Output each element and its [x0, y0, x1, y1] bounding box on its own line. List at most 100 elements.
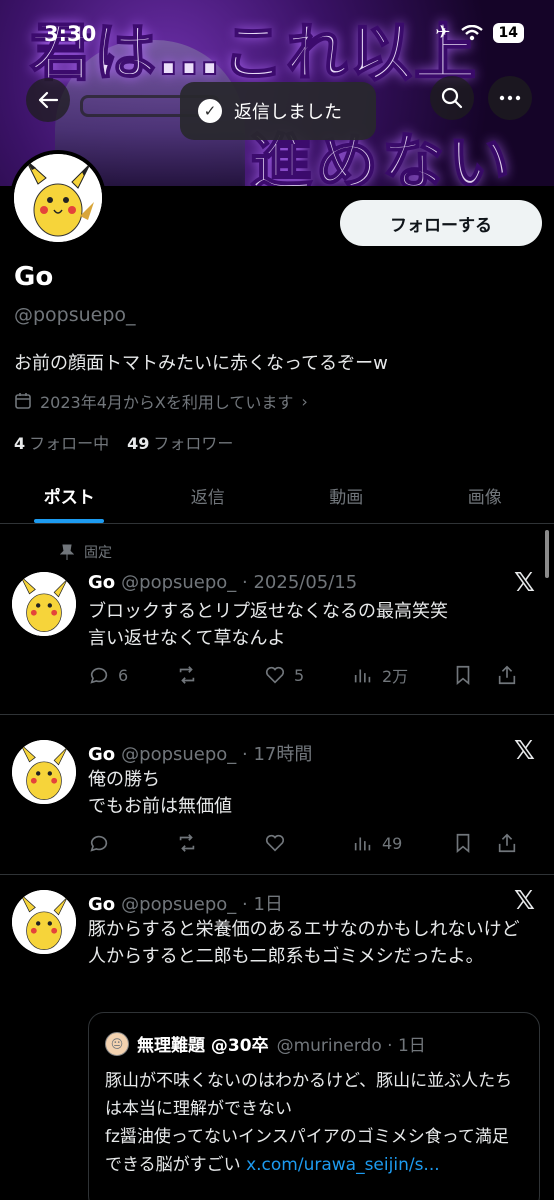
repost-icon — [179, 834, 195, 852]
back-button[interactable] — [26, 78, 70, 122]
views-count: 2万 — [382, 667, 409, 686]
battery-icon: 14 — [492, 22, 524, 43]
following-label: フォロー中 — [29, 434, 110, 453]
share-button[interactable] — [496, 832, 526, 854]
post-handle-time[interactable]: @popsuepo_ · 1日 — [121, 894, 283, 915]
reply-button[interactable] — [88, 832, 176, 854]
scrollbar[interactable] — [545, 530, 549, 578]
post-divider — [0, 714, 554, 715]
wifi-icon — [460, 24, 483, 40]
pin-icon — [60, 544, 74, 560]
views-icon — [354, 837, 371, 851]
post-actions: 49 — [88, 830, 540, 856]
status-time: 3:30 — [44, 22, 97, 46]
post-author-name[interactable]: Go — [88, 894, 115, 915]
post-divider — [0, 874, 554, 875]
post-header: Go @popsuepo_ · 2025/05/15 — [88, 572, 357, 593]
profile-name: Go — [14, 262, 54, 292]
joined-date-link[interactable]: 2023年4月からXを利用しています › — [14, 389, 308, 413]
like-count: 5 — [294, 665, 305, 685]
share-button[interactable] — [496, 664, 526, 686]
follow-button[interactable]: フォローする — [340, 200, 542, 246]
banner-caption-top: 君は…これ以上 — [29, 15, 479, 90]
repost-button[interactable] — [176, 664, 264, 686]
pikachu-avatar-image — [12, 890, 76, 954]
share-icon — [498, 665, 516, 685]
post-actions: 6 5 2万 — [88, 662, 540, 688]
following-count: 4 — [14, 434, 26, 453]
quote-header: 😐 無理難題 @30卒 @murinerdo · 1日 — [105, 1031, 426, 1056]
heart-icon — [265, 834, 285, 852]
profile-avatar[interactable] — [10, 150, 106, 246]
x-logo-icon[interactable]: 𝕏 — [514, 568, 535, 598]
reply-button[interactable]: 6 — [88, 664, 176, 686]
quote-avatar: 😐 — [105, 1031, 129, 1056]
quote-handle-time: @murinerdo · 1日 — [276, 1036, 426, 1056]
views-button[interactable]: 49 — [352, 832, 452, 854]
quote-link[interactable]: x.com/urawa_seijin/s... — [246, 1155, 440, 1175]
more-button[interactable] — [488, 76, 532, 120]
arrow-left-icon — [38, 91, 59, 109]
post-text[interactable]: 俺の勝ち でもお前は無価値 — [88, 766, 528, 820]
post-header: Go @popsuepo_ · 17時間 — [88, 740, 312, 766]
x-logo-icon[interactable]: 𝕏 — [514, 886, 535, 916]
post-handle-time[interactable]: @popsuepo_ · 2025/05/15 — [121, 572, 357, 593]
search-button[interactable] — [430, 76, 474, 120]
bookmark-button[interactable] — [452, 664, 496, 686]
pikachu-avatar-image — [12, 740, 76, 804]
repost-button[interactable] — [176, 832, 264, 854]
airplane-icon: ✈ — [435, 22, 451, 43]
repost-icon — [179, 666, 195, 684]
post-header: Go @popsuepo_ · 1日 — [88, 890, 283, 916]
pikachu-avatar-image — [12, 572, 76, 636]
heart-icon — [265, 666, 285, 684]
bookmark-icon — [456, 665, 470, 686]
share-icon — [498, 833, 516, 853]
tab-images[interactable]: 画像 — [416, 468, 554, 523]
pikachu-avatar-image — [14, 154, 102, 242]
chevron-right-icon: › — [301, 391, 308, 411]
post-avatar[interactable] — [12, 740, 76, 804]
views-icon — [354, 669, 371, 683]
like-button[interactable] — [264, 832, 352, 854]
post-author-name[interactable]: Go — [88, 744, 115, 765]
tab-videos[interactable]: 動画 — [277, 468, 416, 523]
calendar-icon — [15, 393, 31, 409]
views-count: 49 — [382, 833, 403, 853]
reply-icon — [90, 835, 108, 852]
check-icon: ✓ — [198, 99, 222, 123]
followers-label: フォロワー — [153, 434, 234, 453]
post-avatar[interactable] — [12, 890, 76, 954]
toast-notification: ✓ 返信しました — [180, 82, 376, 140]
profile-bio: お前の顔面トマトみたいに赤くなってるぞーw — [14, 353, 388, 374]
post-author-name[interactable]: Go — [88, 572, 115, 593]
quoted-post[interactable]: 😐 無理難題 @30卒 @murinerdo · 1日 豚山が不味くないのはわか… — [88, 1012, 540, 1200]
post-handle-time[interactable]: @popsuepo_ · 17時間 — [121, 744, 312, 765]
reply-icon — [90, 667, 108, 684]
profile-handle: @popsuepo_ — [14, 304, 136, 326]
tab-posts[interactable]: ポスト — [0, 468, 139, 523]
post-text[interactable]: ブロックするとリプ返せなくなるの最高笑笑 言い返せなくて草なんよ — [88, 598, 528, 652]
reply-count: 6 — [118, 665, 129, 685]
bookmark-button[interactable] — [452, 832, 496, 854]
like-button[interactable]: 5 — [264, 664, 352, 686]
tab-replies[interactable]: 返信 — [139, 468, 278, 523]
post-avatar[interactable] — [12, 572, 76, 636]
status-icons: ✈ 14 — [435, 22, 524, 43]
follow-stats: 4 フォロー中 49 フォロワー — [14, 430, 233, 454]
profile-tabs: ポスト 返信 動画 画像 — [0, 468, 554, 524]
pinned-indicator: 固定 — [60, 542, 112, 562]
more-horizontal-icon — [499, 95, 521, 101]
bookmark-icon — [456, 833, 470, 854]
joined-text: 2023年4月からXを利用しています — [40, 393, 294, 412]
x-logo-icon[interactable]: 𝕏 — [514, 736, 535, 766]
following-stat[interactable]: 4 フォロー中 — [14, 430, 109, 454]
views-button[interactable]: 2万 — [352, 663, 452, 687]
toast-text: 返信しました — [234, 102, 342, 123]
followers-stat[interactable]: 49 フォロワー — [127, 430, 233, 454]
search-icon — [441, 87, 463, 109]
followers-count: 49 — [127, 434, 150, 453]
pinned-label: 固定 — [84, 545, 112, 561]
post-text[interactable]: 豚からすると栄養価のあるエサなのかもしれないけど 人からすると二郎も二郎系もゴミ… — [88, 916, 528, 970]
quote-author-name: 無理難題 @30卒 — [137, 1036, 269, 1056]
